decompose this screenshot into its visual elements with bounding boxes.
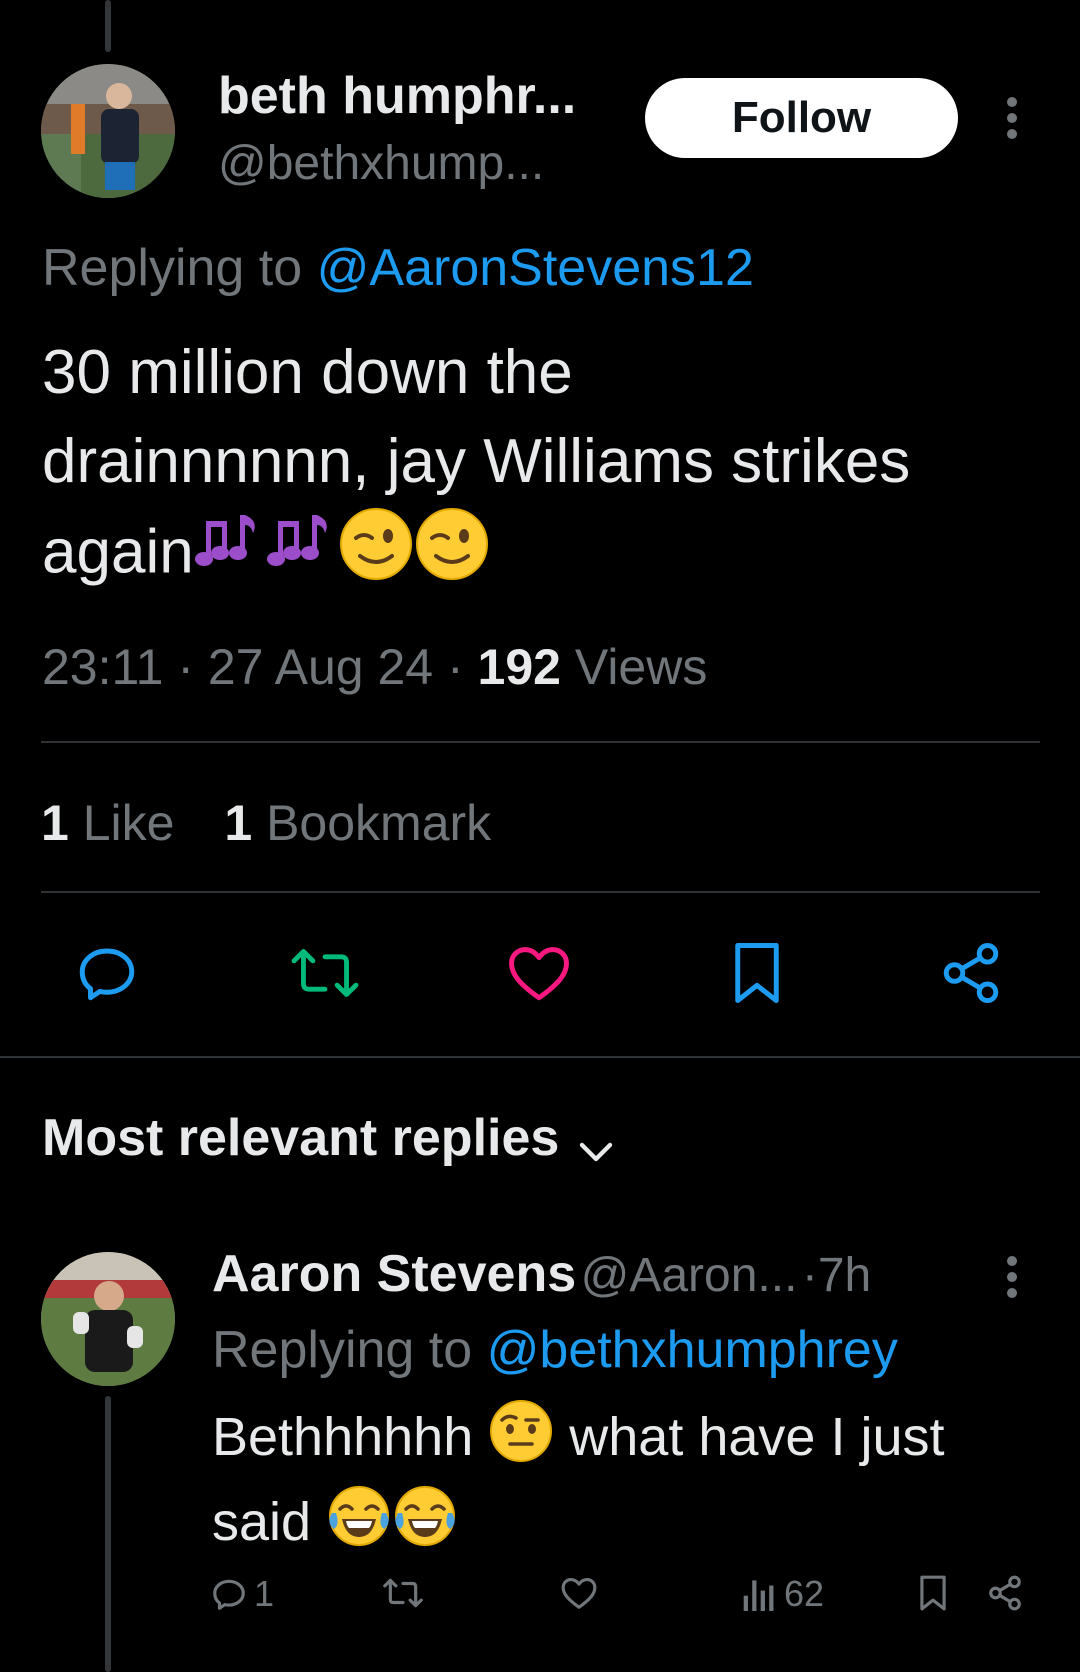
tweet-date[interactable]: 27 Aug 24 [208, 639, 433, 695]
tears-of-joy-emoji [326, 1483, 392, 1568]
musical-notes-emoji [266, 511, 338, 601]
replying-to-mention[interactable]: @AaronStevens12 [317, 239, 754, 297]
reply-views-count: 62 [784, 1573, 825, 1614]
reply-text: Bethhhhhh what have I just said [212, 1398, 1052, 1568]
likes-count: 1 [41, 795, 69, 851]
face-with-raised-eyebrow-emoji [488, 1398, 554, 1483]
reply-icon[interactable] [74, 940, 140, 1006]
author-handle[interactable]: @bethxhump... [218, 136, 544, 191]
author-name[interactable]: beth humphr... [218, 66, 576, 126]
divider-top [41, 741, 1040, 743]
views-label: Views [574, 639, 708, 695]
reply-text-part-1: Bethhhhhh [212, 1406, 474, 1467]
musical-notes-emoji [194, 511, 266, 601]
engagement-stats: 1 Like 1 Bookmark [41, 794, 491, 852]
tweet-text-line-2: drainnnnnn, jay Williams strikes [42, 427, 911, 496]
reply-text-line-1: Bethhhhhh what have I just [212, 1398, 1052, 1483]
reply-separator: · [801, 1249, 818, 1302]
replying-to-prefix: Replying to [42, 239, 303, 297]
bookmarks-label: Bookmark [266, 795, 492, 851]
tweet-text-line-3-text: again [42, 517, 194, 587]
tweet-text: 30 million down the drainnnnnn, jay Will… [42, 328, 1042, 606]
reply-replying-to-prefix: Replying to [212, 1321, 473, 1379]
likes-label: Like [82, 795, 175, 851]
winking-face-emoji [414, 506, 490, 606]
replying-to: Replying to @AaronStevens12 [42, 238, 754, 298]
reply-share-icon[interactable] [986, 1574, 1024, 1612]
tears-of-joy-emoji [392, 1483, 458, 1568]
reply-text-line-2: said [212, 1483, 1052, 1568]
reply-author-name[interactable]: Aaron Stevens [212, 1245, 576, 1303]
thread-line-top [105, 0, 111, 52]
chevron-down-icon [576, 1137, 616, 1165]
reply-views[interactable]: 62 [742, 1573, 824, 1615]
reply-age[interactable]: 7h [818, 1249, 871, 1302]
reply-bookmark-icon[interactable] [918, 1574, 948, 1612]
tweet-text-line-3: again [42, 506, 1042, 606]
more-options-icon[interactable] [1002, 96, 1022, 140]
analytics-icon [742, 1575, 776, 1613]
tweet-time[interactable]: 23:11 [42, 639, 163, 695]
author-avatar[interactable] [41, 64, 175, 198]
reply-retweet-icon[interactable] [382, 1574, 424, 1612]
reply-replying-to-mention[interactable]: @bethxhumphrey [487, 1321, 898, 1379]
views-count: 192 [477, 639, 561, 695]
thread-line-reply [105, 1396, 111, 1672]
reply-more-options-icon[interactable] [1002, 1255, 1022, 1299]
reply-text-part-2: what have I just [569, 1406, 945, 1467]
tweet-text-line-1: 30 million down the [42, 338, 573, 407]
retweet-icon[interactable] [290, 940, 360, 1006]
like-icon[interactable] [506, 942, 572, 1004]
bookmarks-count: 1 [224, 795, 253, 851]
section-divider [0, 1056, 1080, 1058]
follow-button[interactable]: Follow [645, 78, 958, 158]
bookmark-icon[interactable] [731, 940, 783, 1006]
reply-author-avatar[interactable] [41, 1252, 175, 1386]
reply-reply-count: 1 [254, 1573, 275, 1614]
reply-reply-button[interactable]: 1 [210, 1573, 274, 1615]
reply-header: Aaron Stevens @Aaron... ·7h [212, 1244, 871, 1304]
reply-text-part-3: said [212, 1491, 312, 1552]
reply-author-handle[interactable]: @Aaron... [581, 1249, 798, 1302]
share-icon[interactable] [938, 940, 1004, 1006]
bookmarks-stat[interactable]: 1 Bookmark [224, 795, 491, 851]
reply-replying-to: Replying to @bethxhumphrey [212, 1320, 898, 1380]
replies-sort-label: Most relevant replies [42, 1109, 560, 1167]
tweet-meta: 23:11 · 27 Aug 24 · 192 Views [42, 639, 708, 695]
divider-bottom [41, 891, 1040, 893]
replies-sort-toggle[interactable]: Most relevant replies [42, 1108, 616, 1168]
reply-like-icon[interactable] [560, 1575, 598, 1611]
likes-stat[interactable]: 1 Like [41, 795, 174, 851]
reply-icon [210, 1575, 248, 1613]
winking-face-emoji [338, 506, 414, 606]
